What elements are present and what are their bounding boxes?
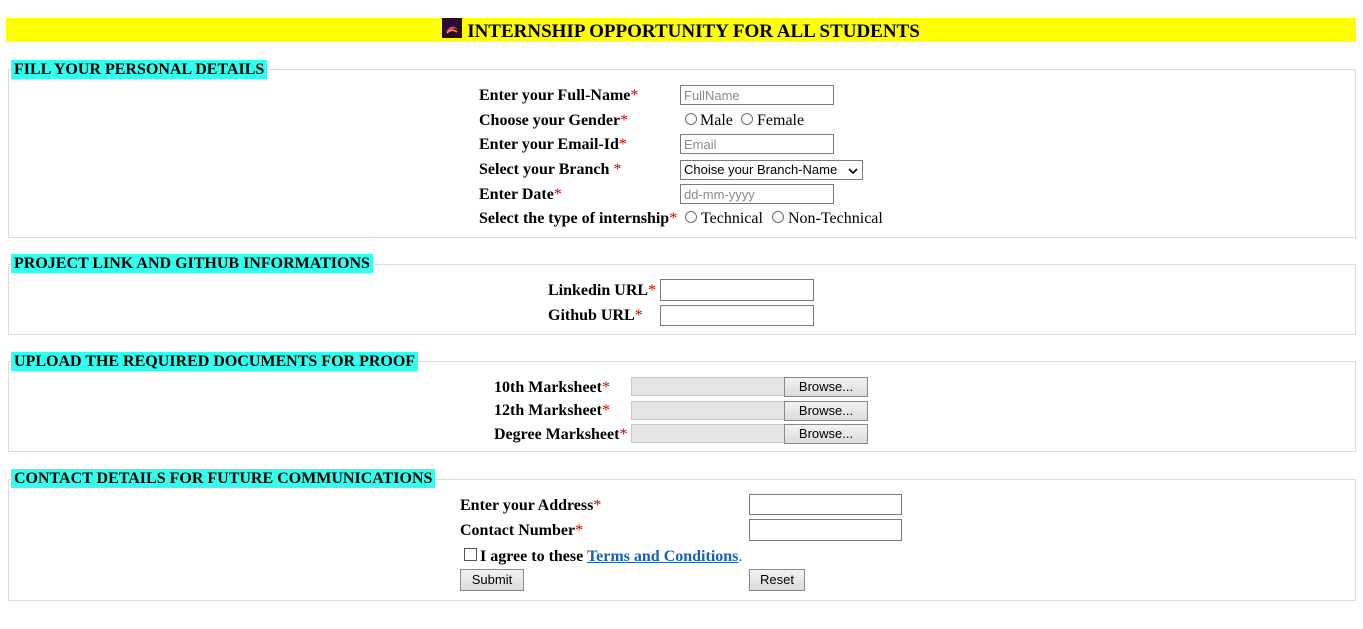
contact-details-section [8,479,1356,601]
twelfth-marksheet-label: 12th Marksheet* [494,402,610,419]
github-url-input[interactable] [660,305,814,326]
contact-details-legend: CONTACT DETAILS FOR FUTURE COMMUNICATION… [11,469,436,488]
email-label: Enter your Email-Id* [479,136,627,153]
branch-select-value: Choise your Branch-Name [684,162,838,177]
reset-button[interactable]: Reset [749,569,805,591]
linkedin-url-input[interactable] [660,279,814,301]
terms-agreement: I agree to these Terms and Conditions. [480,548,743,565]
linkedin-label: Linkedin URL* [548,282,657,299]
gender-male-radio[interactable] [685,113,697,125]
page-banner: INTERNSHIP OPPORTUNITY FOR ALL STUDENTS [6,18,1356,42]
personal-details-legend: FILL YOUR PERSONAL DETAILS [11,60,268,79]
contact-number-label: Contact Number* [460,522,584,539]
date-input[interactable] [680,184,834,204]
fire-logo-icon [442,18,463,38]
branch-label: Select your Branch * [479,161,622,178]
project-links-legend: PROJECT LINK AND GITHUB INFORMATIONS [11,254,373,273]
tenth-marksheet-label: 10th Marksheet* [494,379,610,396]
branch-select[interactable]: Choise your Branch-Name [680,160,863,180]
email-input[interactable] [680,134,834,154]
upload-documents-legend: UPLOAD THE REQUIRED DOCUMENTS FOR PROOF [11,352,419,371]
tenth-marksheet-file-field[interactable] [631,377,785,396]
gender-female-label: Female [757,112,805,129]
date-label: Enter Date* [479,186,562,203]
degree-marksheet-file-field[interactable] [631,424,785,443]
fullname-input[interactable] [680,85,834,105]
gender-female-radio[interactable] [741,113,753,125]
twelfth-marksheet-browse-button[interactable]: Browse... [784,401,868,421]
tenth-marksheet-browse-button[interactable]: Browse... [784,377,868,397]
type-nontechnical-radio[interactable] [772,211,784,223]
twelfth-marksheet-file-field[interactable] [631,401,785,420]
degree-marksheet-label: Degree Marksheet* [494,426,628,443]
contact-number-input[interactable] [749,519,902,541]
gender-label: Choose your Gender* [479,112,629,129]
chevron-down-icon [847,164,859,182]
degree-marksheet-browse-button[interactable]: Browse... [784,424,868,444]
submit-button[interactable]: Submit [460,569,524,591]
address-label: Enter your Address* [460,497,602,514]
github-label: Github URL* [548,307,643,324]
type-technical-radio[interactable] [685,211,697,223]
type-technical-label: Technical [701,210,763,227]
fullname-label: Enter your Full-Name* [479,87,639,104]
gender-male-label: Male [700,112,733,129]
terms-checkbox[interactable] [464,548,477,561]
page-title: INTERNSHIP OPPORTUNITY FOR ALL STUDENTS [467,21,920,42]
internship-type-label: Select the type of internship* [479,210,678,227]
terms-link[interactable]: Terms and Conditions [587,548,738,565]
address-input[interactable] [749,494,902,515]
type-nontechnical-label: Non-Technical [788,210,883,227]
